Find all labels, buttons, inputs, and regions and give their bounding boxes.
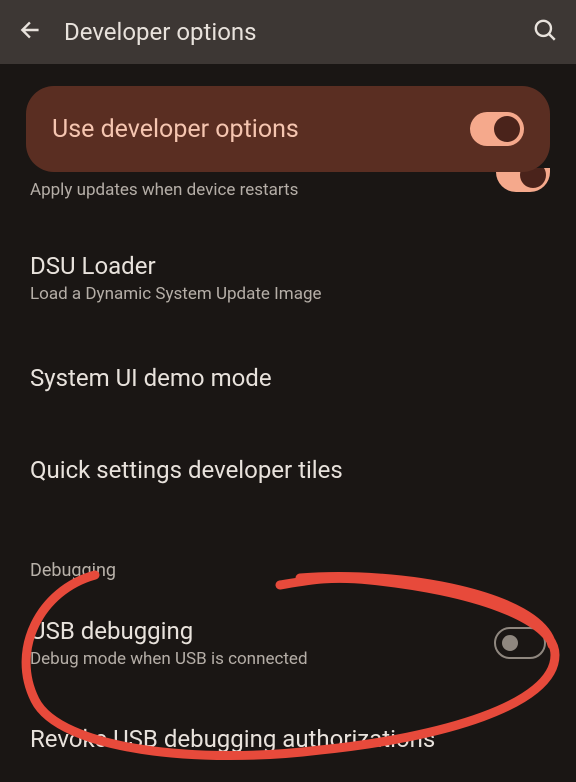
dsu-loader-item[interactable]: DSU Loader Load a Dynamic System Update … — [0, 236, 576, 320]
apply-updates-item[interactable]: Apply updates when device restarts — [0, 176, 576, 216]
usb-debugging-sub: Debug mode when USB is connected — [30, 649, 308, 669]
usb-debugging-title: USB debugging — [30, 617, 308, 645]
page-title: Developer options — [64, 18, 257, 46]
apply-updates-sub: Apply updates when device restarts — [30, 180, 546, 200]
use-developer-options-toggle[interactable] — [470, 112, 524, 146]
usb-debugging-item[interactable]: USB debugging Debug mode when USB is con… — [0, 607, 576, 681]
app-header: Developer options — [0, 0, 576, 64]
use-developer-options-card[interactable]: Use developer options — [26, 86, 550, 172]
revoke-usb-item[interactable]: Revoke USB debugging authorizations — [0, 709, 576, 773]
search-icon[interactable] — [532, 17, 558, 47]
dsu-loader-title: DSU Loader — [30, 252, 546, 280]
quick-settings-tiles-title: Quick settings developer tiles — [30, 456, 546, 484]
usb-debugging-text: USB debugging Debug mode when USB is con… — [30, 617, 308, 669]
usb-debugging-toggle[interactable] — [494, 627, 546, 659]
settings-content: Use developer options Apply updates when… — [0, 86, 576, 773]
revoke-usb-title: Revoke USB debugging authorizations — [30, 725, 546, 753]
debugging-section-header: Debugging — [0, 552, 576, 587]
use-developer-options-label: Use developer options — [52, 115, 299, 144]
system-ui-demo-item[interactable]: System UI demo mode — [0, 348, 576, 412]
system-ui-demo-title: System UI demo mode — [30, 364, 546, 392]
quick-settings-tiles-item[interactable]: Quick settings developer tiles — [0, 440, 576, 504]
back-arrow-icon[interactable] — [18, 17, 44, 47]
dsu-loader-sub: Load a Dynamic System Update Image — [30, 284, 546, 304]
